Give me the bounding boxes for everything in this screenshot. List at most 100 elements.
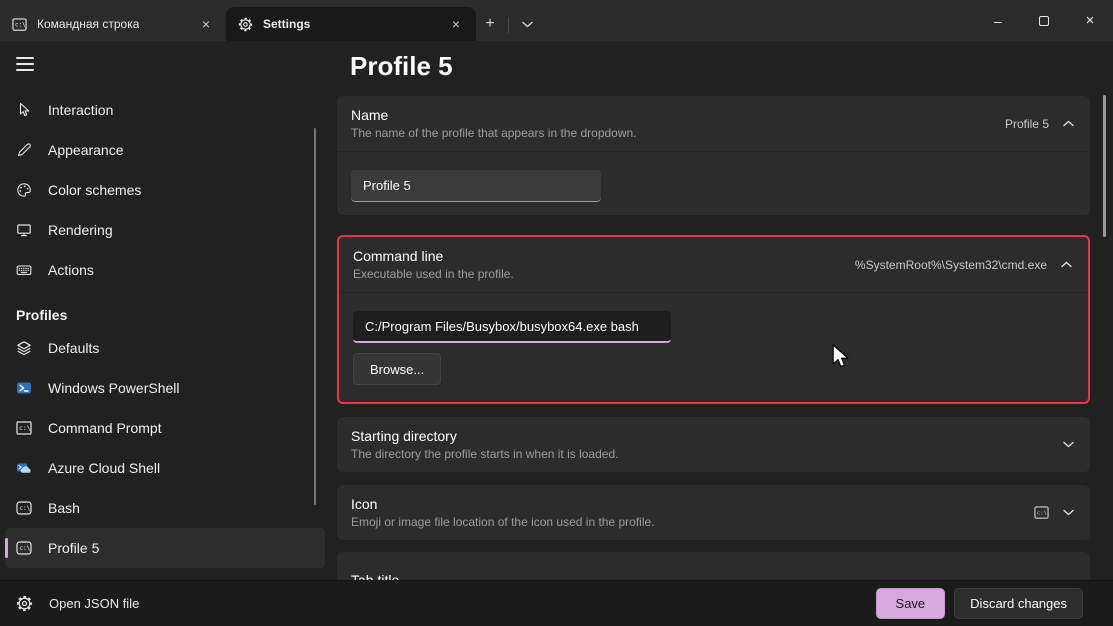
browse-button[interactable]: Browse...: [353, 353, 441, 385]
page-title: Profile 5: [350, 49, 1090, 83]
sidebar-item-label: Rendering: [48, 222, 113, 238]
sidebar-item-label: Windows PowerShell: [48, 380, 180, 396]
card-description: Executable used in the profile.: [353, 267, 514, 281]
card-title: Starting directory: [351, 428, 618, 444]
sidebar: Interaction Appearance Color schemes Ren…: [0, 41, 330, 580]
card-title: Icon: [351, 496, 655, 512]
sidebar-item-profile-5[interactable]: c:\ Profile 5: [5, 528, 325, 568]
sidebar-item-azure-cloud-shell[interactable]: Azure Cloud Shell: [5, 448, 325, 488]
command-line-card-header[interactable]: Command line Executable used in the prof…: [339, 237, 1088, 292]
terminal-icon: c:\: [16, 500, 32, 516]
sidebar-item-label: Color schemes: [48, 182, 141, 198]
mouse-cursor-icon: [16, 102, 32, 118]
hamburger-bar: [16, 57, 34, 59]
sidebar-item-command-prompt[interactable]: c:\ Command Prompt: [5, 408, 325, 448]
sidebar-item-appearance[interactable]: Appearance: [5, 130, 325, 170]
keyboard-icon: [16, 262, 32, 278]
new-tab-button[interactable]: +: [476, 9, 504, 39]
profiles-section-header: Profiles: [16, 302, 330, 328]
sidebar-item-label: Bash: [48, 500, 80, 516]
monitor-icon: [16, 222, 32, 238]
window-controls: – ×: [975, 0, 1113, 41]
card-current-value: Profile 5: [1005, 117, 1049, 131]
minimize-button[interactable]: –: [975, 0, 1021, 41]
open-json-file-button[interactable]: Open JSON file: [16, 595, 139, 612]
titlebar: c:\ Командная строка × Settings × + – ×: [0, 0, 1113, 41]
cmd-icon: c:\: [16, 420, 32, 436]
sidebar-item-bash[interactable]: c:\ Bash: [5, 488, 325, 528]
maximize-button[interactable]: [1021, 0, 1067, 41]
pen-icon: [16, 142, 32, 158]
sidebar-item-actions[interactable]: Actions: [5, 250, 325, 290]
card-title: Tab title: [351, 572, 399, 581]
content-scrollbar[interactable]: [1103, 95, 1106, 237]
name-setting-card: Name The name of the profile that appear…: [337, 96, 1090, 215]
hamburger-bar: [16, 69, 34, 71]
sidebar-item-rendering[interactable]: Rendering: [5, 210, 325, 250]
close-tab-icon[interactable]: ×: [196, 14, 216, 34]
tabbar-separator: [508, 17, 509, 33]
svg-text:c:\: c:\: [19, 505, 30, 512]
terminal-icon: c:\: [16, 540, 32, 556]
close-window-button[interactable]: ×: [1067, 0, 1113, 41]
svg-text:c:\: c:\: [19, 545, 30, 552]
azure-cloud-icon: [16, 460, 32, 476]
sidebar-item-label: Azure Cloud Shell: [48, 460, 160, 476]
sidebar-item-label: Interaction: [48, 102, 113, 118]
tab-label: Settings: [263, 17, 310, 31]
svg-text:c:\: c:\: [19, 424, 31, 432]
sidebar-item-label: Defaults: [48, 340, 99, 356]
tab-title-setting-card: Tab title: [337, 552, 1090, 580]
card-title: Command line: [353, 248, 514, 264]
discard-changes-button[interactable]: Discard changes: [954, 588, 1083, 619]
chevron-up-icon[interactable]: [1063, 120, 1074, 127]
maximize-icon: [1039, 16, 1049, 26]
hamburger-bar: [16, 63, 34, 65]
sidebar-nav: Interaction Appearance Color schemes Ren…: [0, 90, 330, 290]
sidebar-profiles: Defaults Windows PowerShell c:\ Command …: [0, 328, 330, 568]
powershell-icon: [16, 380, 32, 396]
card-title: Name: [351, 107, 637, 123]
hamburger-menu-button[interactable]: [16, 57, 34, 71]
sidebar-item-windows-powershell[interactable]: Windows PowerShell: [5, 368, 325, 408]
sidebar-item-interaction[interactable]: Interaction: [5, 90, 325, 130]
card-description: The directory the profile starts in when…: [351, 447, 618, 461]
tab-settings[interactable]: Settings ×: [226, 7, 476, 41]
icon-card-header[interactable]: Icon Emoji or image file location of the…: [337, 485, 1090, 540]
palette-icon: [16, 182, 32, 198]
card-current-value: %SystemRoot%\System32\cmd.exe: [855, 258, 1047, 272]
minimize-icon: –: [994, 13, 1002, 29]
svg-text:c:\: c:\: [15, 21, 26, 28]
tab-dropdown-button[interactable]: [513, 9, 541, 39]
gear-icon: [16, 595, 33, 612]
chevron-up-icon[interactable]: [1061, 261, 1072, 268]
command-line-input[interactable]: [353, 311, 671, 343]
sidebar-item-defaults[interactable]: Defaults: [5, 328, 325, 368]
chevron-down-icon[interactable]: [1063, 509, 1074, 516]
settings-content: Profile 5 Name The name of the profile t…: [330, 41, 1113, 580]
icon-setting-card: Icon Emoji or image file location of the…: [337, 485, 1090, 540]
close-tab-icon[interactable]: ×: [446, 14, 466, 34]
chevron-down-icon[interactable]: [1063, 441, 1074, 448]
starting-directory-setting-card: Starting directory The directory the pro…: [337, 417, 1090, 472]
footer-bar: Open JSON file Save Discard changes: [0, 580, 1113, 626]
sidebar-scrollbar[interactable]: [314, 128, 317, 505]
command-line-setting-card: Command line Executable used in the prof…: [337, 235, 1090, 404]
profile-icon-preview: c:\: [1034, 505, 1049, 520]
sidebar-item-label: Appearance: [48, 142, 124, 158]
sidebar-item-color-schemes[interactable]: Color schemes: [5, 170, 325, 210]
profile-name-input[interactable]: [351, 170, 601, 202]
card-description: The name of the profile that appears in …: [351, 126, 637, 140]
tab-command-prompt[interactable]: c:\ Командная строка ×: [0, 7, 226, 41]
sidebar-item-label: Profile 5: [48, 540, 99, 556]
name-card-header[interactable]: Name The name of the profile that appear…: [337, 96, 1090, 151]
starting-directory-card-header[interactable]: Starting directory The directory the pro…: [337, 417, 1090, 472]
open-json-file-label: Open JSON file: [49, 596, 139, 611]
cmd-icon: c:\: [12, 17, 27, 32]
svg-text:c:\: c:\: [1037, 510, 1047, 516]
tab-label: Командная строка: [37, 17, 139, 31]
save-button[interactable]: Save: [876, 588, 946, 619]
tab-title-card-header[interactable]: Tab title: [337, 552, 1090, 580]
windows-terminal-settings-window: c:\ Командная строка × Settings × + – ×: [0, 0, 1113, 626]
sidebar-item-label: Actions: [48, 262, 94, 278]
